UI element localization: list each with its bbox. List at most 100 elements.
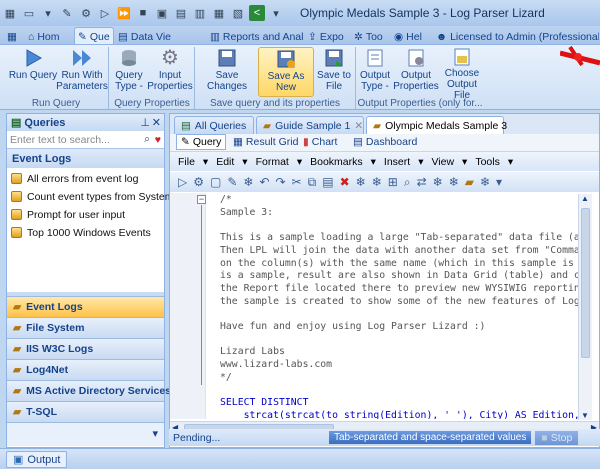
select-all-icon[interactable]: ⊞ bbox=[388, 175, 398, 189]
run-with-parameters-button[interactable]: Run With Parameters bbox=[56, 47, 108, 97]
find-icon[interactable]: ⌕ bbox=[404, 175, 411, 190]
tab-data-view[interactable]: ▤ Data Vie bbox=[114, 27, 206, 45]
tab-export[interactable]: ⇪ Expo bbox=[304, 27, 350, 45]
editor-menu-bar: File ▾ Edit ▾ Format ▾ Bookmarks ▾ Insert ▾ V… bbox=[170, 152, 599, 171]
list-item[interactable]: Prompt for user input bbox=[11, 206, 125, 223]
menu-insert[interactable]: Insert bbox=[384, 156, 410, 168]
scroll-up-icon[interactable]: ▲ bbox=[581, 194, 589, 203]
tab-reports[interactable]: ▥ Reports and Analy bbox=[206, 27, 304, 45]
code-line: SELECT DISTINCT bbox=[220, 397, 309, 409]
save-file-icon[interactable]: ▥ bbox=[192, 5, 208, 21]
cut-icon[interactable]: ✂ bbox=[292, 175, 302, 189]
tab-olympic-medals-sample-3[interactable]: ▰ Olympic Medals Sample 3 bbox=[366, 116, 507, 134]
menu-file[interactable]: File bbox=[178, 156, 195, 168]
query-type-button[interactable]: Query Type - bbox=[110, 47, 148, 97]
save-changes-button[interactable]: Save Changes bbox=[196, 47, 258, 97]
vertical-scrollbar[interactable]: ▲ ▼ bbox=[578, 194, 592, 420]
scroll-down-icon[interactable]: ▼ bbox=[581, 411, 589, 420]
query-editor[interactable]: − /* Sample 3: This is a sample loading a… bbox=[170, 193, 599, 419]
grid-icon[interactable]: ▧ bbox=[230, 5, 246, 21]
copy-icon[interactable]: ⧉ bbox=[308, 175, 317, 190]
scroll-thumb[interactable] bbox=[581, 208, 590, 358]
undo-icon[interactable]: ↶ bbox=[259, 175, 269, 189]
replace-icon[interactable]: ⇄ bbox=[417, 175, 427, 189]
run-query-button[interactable]: Run Query bbox=[8, 47, 58, 97]
save-as-icon[interactable]: ▤ bbox=[173, 5, 189, 21]
edit-icon[interactable]: ✎ bbox=[227, 175, 237, 189]
favorite-icon[interactable]: ♥ bbox=[155, 134, 161, 146]
fast-forward-icon[interactable]: ⏩ bbox=[116, 5, 132, 21]
ribbon: Run Query Run With Parameters Run Query … bbox=[0, 44, 600, 110]
delete-icon[interactable]: ✖ bbox=[340, 175, 350, 189]
nav-log4net[interactable]: ▰ Log4Net bbox=[7, 359, 164, 380]
stop-button[interactable]: ■ Stop bbox=[535, 430, 579, 445]
subtab-query[interactable]: ✎ Query bbox=[176, 134, 227, 150]
nav-event-logs[interactable]: ▰ Event Logs bbox=[7, 296, 164, 317]
close-icon[interactable]: ✕ bbox=[354, 120, 363, 132]
subtab-chart[interactable]: ▮ Chart bbox=[298, 134, 342, 150]
save-as-new-button[interactable]: Save As New bbox=[258, 47, 314, 97]
output-properties-button[interactable]: Output Properties bbox=[393, 47, 439, 97]
save-to-file-button[interactable]: Save to File bbox=[314, 47, 354, 97]
list-item[interactable]: Count event types from System bbox=[11, 188, 173, 205]
output-type-label: Type - bbox=[361, 81, 389, 92]
output-tab[interactable]: ▣ Output bbox=[6, 451, 68, 468]
nav-ms-active-directory[interactable]: ▰ MS Active Directory Services bbox=[7, 380, 171, 401]
menu-tools[interactable]: Tools bbox=[475, 156, 500, 168]
gear-icon[interactable]: ⚙ bbox=[78, 5, 94, 21]
subtab-result-grid[interactable]: ▦ Result Grid bbox=[228, 134, 303, 150]
list-item[interactable]: All errors from event log bbox=[11, 170, 138, 187]
tab-all-queries[interactable]: ▤ All Queries bbox=[174, 116, 254, 134]
customize-arrow-icon[interactable]: ▾ bbox=[268, 5, 284, 21]
dropdown-arrow-icon[interactable]: ▾ bbox=[40, 5, 56, 21]
query-icon: ▰ bbox=[263, 119, 272, 132]
output-properties-label: Properties bbox=[393, 81, 439, 92]
uncomment-icon[interactable]: ❄ bbox=[372, 175, 382, 189]
tab-tools[interactable]: ✲ Too bbox=[350, 27, 388, 45]
nav-iis-w3c-logs[interactable]: ▰ IIS W3C Logs bbox=[7, 338, 164, 359]
close-icon[interactable]: ✕ bbox=[152, 116, 161, 129]
app-menu-icon[interactable]: ▦ bbox=[2, 5, 18, 21]
save-changes-label: Save Changes bbox=[206, 70, 248, 92]
new-icon[interactable]: ▢ bbox=[210, 175, 221, 189]
subtab-dashboard[interactable]: ▤ Dashboard bbox=[348, 134, 422, 150]
paste-icon[interactable]: ▤ bbox=[322, 175, 333, 189]
nav-file-system[interactable]: ▰ File System bbox=[7, 317, 164, 338]
app-button[interactable]: ▦ bbox=[6, 27, 22, 45]
stop-icon[interactable]: ■ bbox=[135, 5, 151, 21]
output-type-button[interactable]: Output Type - bbox=[357, 47, 393, 97]
snippet-icon[interactable]: ❄ bbox=[243, 175, 253, 189]
menu-edit[interactable]: Edit bbox=[216, 156, 234, 168]
table-icon[interactable]: ▦ bbox=[211, 5, 227, 21]
query-search-input[interactable]: Enter text to search... ⌕ ♥ bbox=[7, 131, 164, 149]
choose-output-file-button[interactable]: Choose Output File bbox=[439, 47, 485, 101]
tab-guide-sample-1[interactable]: ▰ Guide Sample 1 ✕ bbox=[256, 116, 364, 134]
tab-help[interactable]: ◉ Hel bbox=[390, 27, 430, 45]
tab-home[interactable]: ⌂ Hom bbox=[24, 27, 74, 45]
menu-format[interactable]: Format bbox=[256, 156, 289, 168]
nav-t-sql[interactable]: ▰ T-SQL bbox=[7, 401, 164, 422]
bookmark-icon[interactable]: ❄ bbox=[433, 175, 443, 189]
overflow-icon[interactable]: ▾ bbox=[496, 175, 502, 189]
comment-icon[interactable]: ❄ bbox=[356, 175, 366, 189]
input-properties-button[interactable]: ⚙ Input Properties bbox=[147, 47, 193, 97]
run-icon[interactable]: ▷ bbox=[178, 175, 187, 189]
redo-icon[interactable]: ↷ bbox=[276, 175, 286, 189]
play-icon[interactable]: ▷ bbox=[97, 5, 113, 21]
pin-icon[interactable]: ⊥ bbox=[140, 116, 150, 129]
gear-icon[interactable]: ⚙ bbox=[193, 175, 204, 189]
menu-view[interactable]: View bbox=[431, 156, 454, 168]
tab-query[interactable]: ✎ Que bbox=[74, 27, 114, 45]
window-icon[interactable]: ▭ bbox=[21, 5, 37, 21]
bookmark-next-icon[interactable]: ❄ bbox=[449, 175, 459, 189]
bookmark-clear-icon[interactable]: ❄ bbox=[480, 175, 490, 189]
share-icon[interactable]: < bbox=[249, 5, 265, 21]
collapse-icon[interactable]: − bbox=[197, 195, 206, 204]
folder-icon[interactable]: ▰ bbox=[465, 175, 474, 189]
edit-icon[interactable]: ✎ bbox=[59, 5, 75, 21]
chevron-down-icon[interactable]: ▾ bbox=[152, 427, 158, 440]
save-icon[interactable]: ▣ bbox=[154, 5, 170, 21]
search-icon[interactable]: ⌕ bbox=[144, 133, 150, 146]
menu-bookmarks[interactable]: Bookmarks bbox=[310, 156, 363, 168]
list-item[interactable]: Top 1000 Windows Events bbox=[11, 224, 151, 241]
